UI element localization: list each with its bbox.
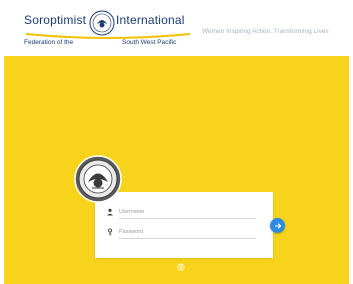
arrow-right-icon <box>274 222 281 229</box>
soroptimist-emblem-icon <box>74 155 122 203</box>
soroptimist-logo: Soroptimist International Federation of … <box>24 10 192 50</box>
logo-text-international: International <box>116 13 185 27</box>
login-submit-button[interactable] <box>270 218 285 233</box>
password-field <box>106 226 256 240</box>
key-icon <box>107 228 113 236</box>
header: Soroptimist International Federation of … <box>4 4 349 54</box>
logo-text-region: South West Pacific <box>122 39 177 46</box>
tagline: Women Inspiring Action. Transforming Liv… <box>202 28 329 35</box>
person-icon <box>107 208 113 216</box>
login-page: Soroptimist International Federation of … <box>0 0 353 284</box>
logo-text-soroptimist: Soroptimist <box>24 13 87 27</box>
username-field <box>106 206 256 220</box>
password-input[interactable] <box>119 226 256 239</box>
username-input[interactable] <box>119 206 256 219</box>
main-yellow-area <box>4 56 349 284</box>
globe-icon[interactable] <box>177 263 185 271</box>
logo-text-federation: Federation of the <box>24 39 74 46</box>
